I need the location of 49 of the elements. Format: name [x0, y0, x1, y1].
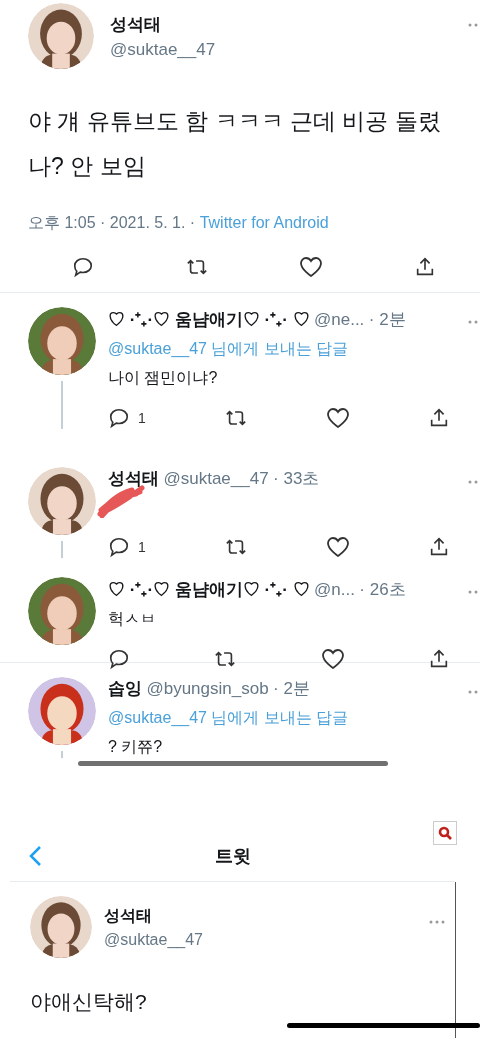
reply-text: ? 키쮸?	[108, 738, 163, 755]
more-icon[interactable]	[468, 479, 480, 484]
user-name: 솝잉	[108, 679, 142, 698]
heart-icon[interactable]	[325, 536, 350, 558]
reply-context: 님에게 보내는 답글	[211, 340, 349, 357]
share-icon[interactable]	[428, 407, 450, 429]
more-icon[interactable]	[468, 590, 480, 594]
reply-icon[interactable]	[108, 536, 130, 558]
reply-icon[interactable]	[108, 648, 130, 670]
user-name: 성석태	[108, 469, 159, 488]
reply-time: · 2분	[368, 310, 406, 329]
heart-icon[interactable]	[320, 648, 345, 670]
reply-icon[interactable]	[108, 407, 130, 429]
user-handle: @suktae__47	[163, 469, 269, 488]
reply-text: 나이 잼민이냐?	[108, 369, 218, 386]
reply-time: · 33초	[273, 469, 320, 488]
user-name: ♡ ·⁺₊·♡ 움냠애기♡ ·⁺₊· ♡	[108, 580, 310, 599]
reply-count: 1	[138, 539, 146, 555]
more-icon[interactable]	[468, 320, 480, 324]
page-title: 트윗	[214, 845, 251, 868]
search-icon[interactable]	[433, 821, 457, 845]
mention-link[interactable]: @suktae__47	[108, 709, 207, 726]
reply-time: · 2분	[273, 679, 310, 698]
heart-icon[interactable]	[325, 407, 350, 429]
user-name: ♡ ·⁺₊·♡ 움냠애기♡ ·⁺₊· ♡	[108, 310, 310, 329]
user-handle: @n...	[314, 580, 355, 599]
more-icon[interactable]	[429, 920, 445, 924]
reply-text: 헉ㅅㅂ	[108, 610, 156, 627]
reply-count: 1	[138, 410, 146, 426]
tweet-timestamp: 오후 1:05 · 2021. 5. 1. ·	[28, 214, 196, 231]
back-icon[interactable]	[28, 845, 42, 867]
more-icon[interactable]	[468, 689, 480, 694]
user-handle: @byungsin_sob	[146, 679, 269, 698]
share-icon[interactable]	[428, 536, 450, 558]
more-icon[interactable]	[468, 23, 480, 27]
reply-context: 님에게 보내는 답글	[211, 709, 349, 726]
user-handle: @suktae__47	[110, 39, 217, 60]
user-handle: @ne...	[314, 310, 365, 329]
reply-icon[interactable]	[72, 256, 94, 278]
reply-time: · 26초	[359, 580, 406, 599]
user-handle: @suktae__47	[104, 930, 204, 949]
tweet-text: 야애신탁해?	[30, 989, 148, 1015]
user-name: 성석태	[104, 905, 153, 926]
heart-icon[interactable]	[299, 256, 324, 278]
share-icon[interactable]	[428, 648, 450, 670]
user-name: 성석태	[110, 13, 162, 36]
source-link[interactable]: Twitter for Android	[199, 214, 329, 231]
tweet-text: 야 걔 유튜브도 함 ㅋㅋㅋ 근데 비공 돌렸나? 안 보임	[28, 107, 442, 181]
mention-link[interactable]: @suktae__47	[108, 340, 207, 357]
